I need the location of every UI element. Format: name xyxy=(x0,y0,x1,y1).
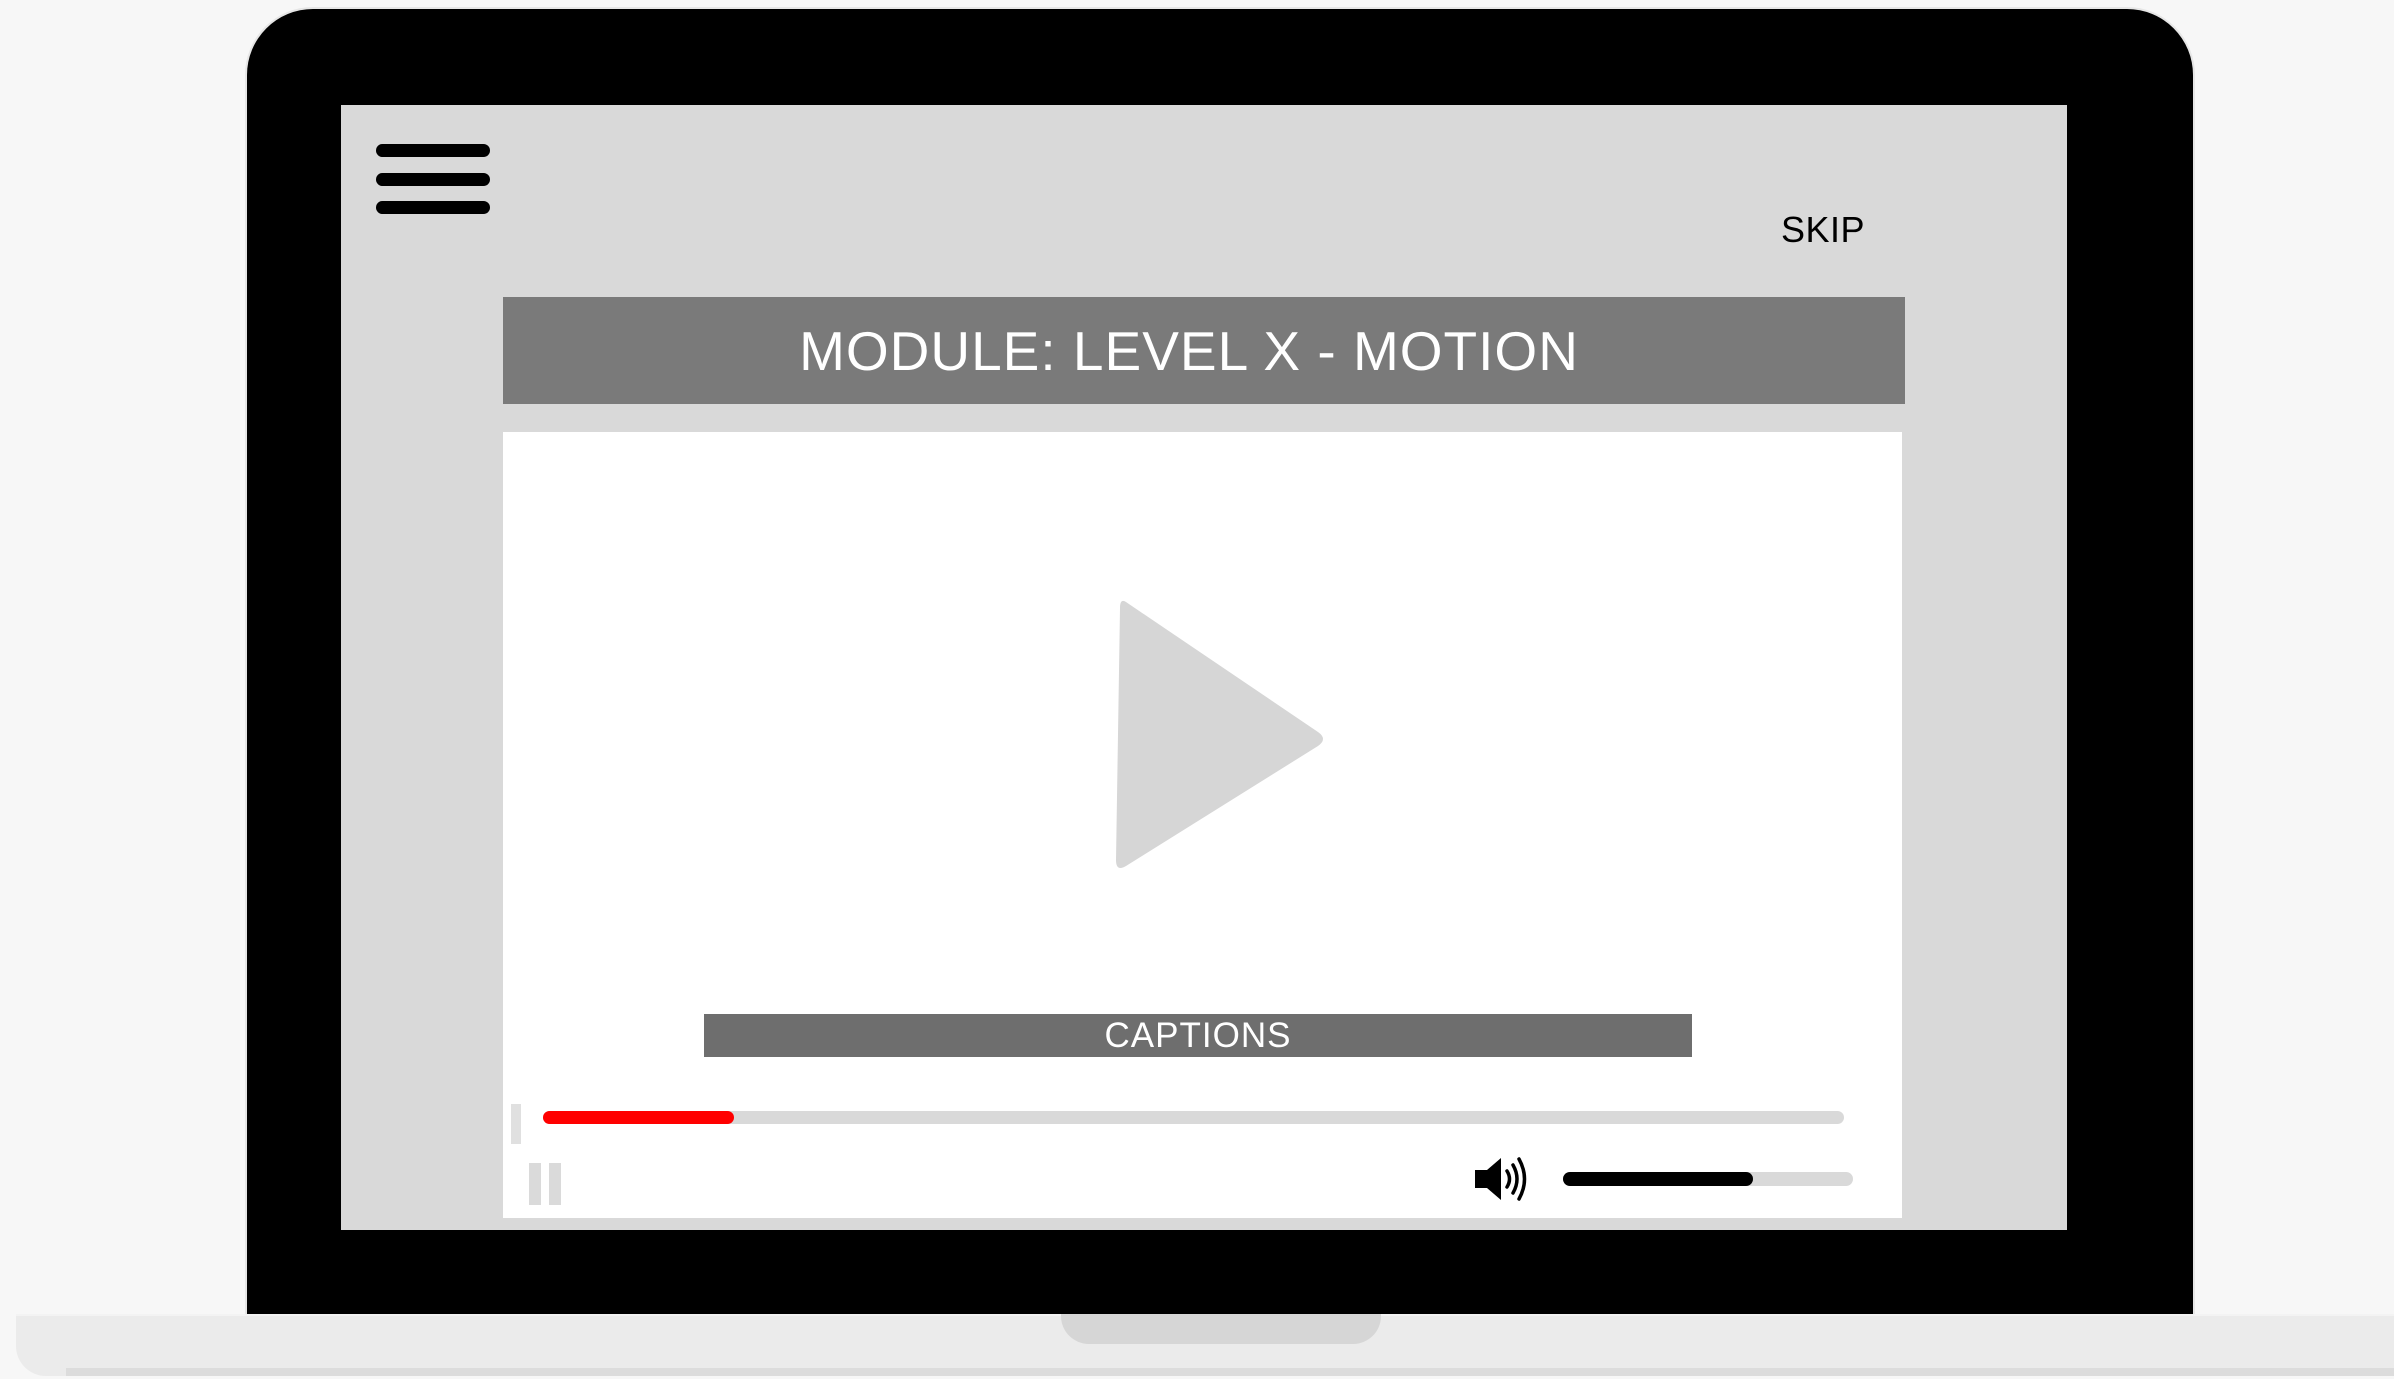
video-player[interactable]: CAPTIONS xyxy=(503,432,1902,1218)
captions-button[interactable]: CAPTIONS xyxy=(704,1014,1692,1057)
laptop-base-shadow xyxy=(66,1368,2394,1376)
volume-slider[interactable] xyxy=(1563,1172,1853,1186)
skip-button[interactable]: SKIP xyxy=(1781,209,1865,251)
hamburger-menu-icon[interactable] xyxy=(374,138,494,218)
pause-bar-left xyxy=(529,1163,541,1205)
module-header: MODULE: LEVEL X - MOTION xyxy=(503,297,1905,404)
progress-bar[interactable] xyxy=(543,1111,1844,1124)
speaker-volume-icon[interactable] xyxy=(1473,1154,1533,1204)
laptop-screen: SKIP MODULE: LEVEL X - MOTION CAPTIONS xyxy=(341,105,2067,1230)
play-icon[interactable] xyxy=(1114,594,1334,874)
progress-fill xyxy=(543,1111,735,1124)
progress-start-marker xyxy=(511,1104,521,1144)
captions-label: CAPTIONS xyxy=(1104,1015,1292,1055)
module-title: MODULE: LEVEL X - MOTION xyxy=(799,319,1579,382)
pause-icon[interactable] xyxy=(529,1163,565,1205)
menu-bar-top xyxy=(376,144,490,157)
volume-fill xyxy=(1563,1172,1753,1186)
menu-bar-middle xyxy=(376,173,490,186)
stage: SKIP MODULE: LEVEL X - MOTION CAPTIONS xyxy=(0,0,2394,1379)
pause-bar-right xyxy=(549,1163,561,1205)
laptop-notch xyxy=(1061,1314,1381,1344)
menu-bar-bottom xyxy=(376,201,490,214)
